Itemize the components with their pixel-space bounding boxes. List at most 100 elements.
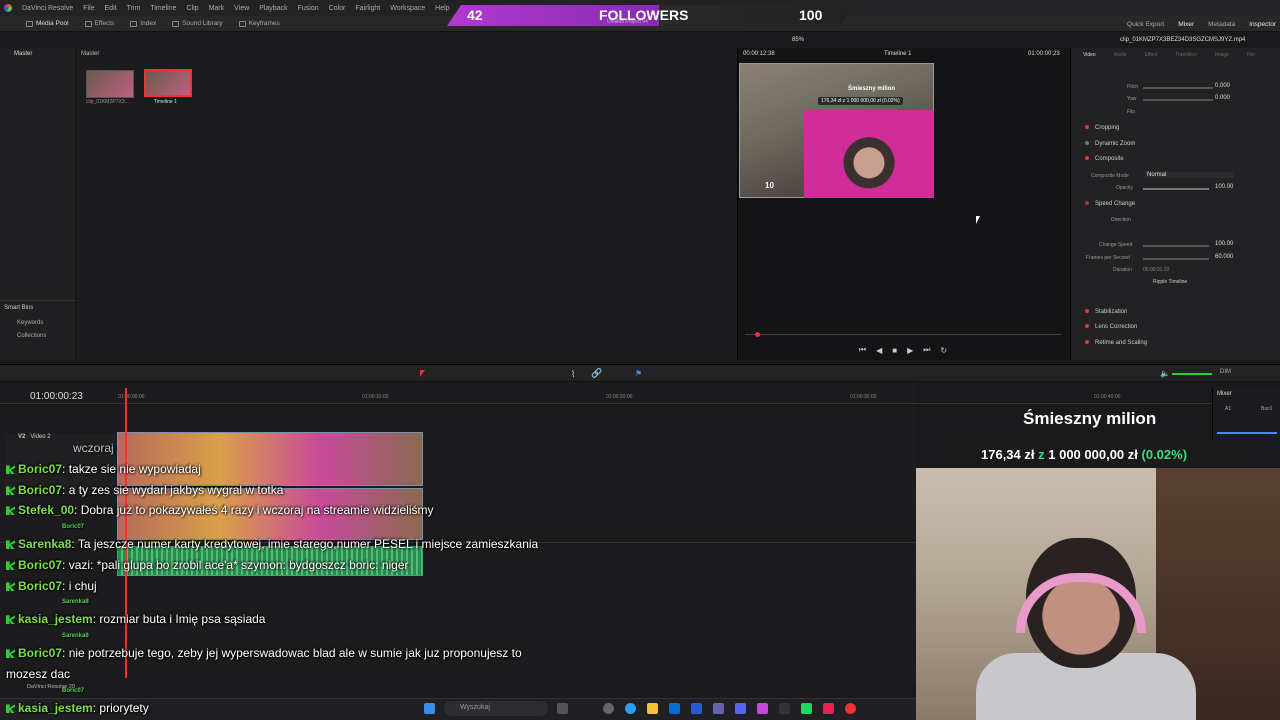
duration-value[interactable]: 00:00:01:22: [1143, 267, 1169, 273]
tab-video[interactable]: Video: [1083, 52, 1096, 58]
enabled-dot-icon[interactable]: [1085, 156, 1089, 161]
menu-fusion[interactable]: Fusion: [298, 5, 319, 12]
cropping-section[interactable]: Cropping: [1085, 125, 1119, 131]
opacity-slider[interactable]: [1143, 188, 1209, 190]
kick-icon[interactable]: [801, 703, 812, 714]
enabled-dot-icon[interactable]: [1085, 125, 1089, 130]
pitch-slider[interactable]: [1143, 87, 1213, 89]
play-icon[interactable]: ▶: [907, 346, 913, 355]
dim-button[interactable]: DIM: [1220, 369, 1231, 375]
effects-button[interactable]: Effects: [77, 20, 123, 27]
chat-message: Boric07: nie potrzebuje tego, zeby jej w…: [6, 646, 522, 660]
sound-library-button[interactable]: Sound Library: [164, 20, 230, 27]
clip-thumbnail[interactable]: [86, 70, 134, 98]
yaw-value[interactable]: 0.000: [1215, 95, 1230, 101]
windows-start-icon[interactable]: [424, 703, 435, 714]
play-reverse-icon[interactable]: ◀: [876, 346, 882, 355]
enabled-dot-icon[interactable]: [1085, 324, 1089, 329]
stabilization-section[interactable]: Stabilization: [1085, 309, 1127, 315]
pitch-value[interactable]: 0.000: [1215, 83, 1230, 89]
composite-mode-select[interactable]: Normal: [1145, 172, 1233, 178]
lens-correction-section[interactable]: Lens Correction: [1085, 324, 1137, 330]
volume-slider[interactable]: [1172, 373, 1212, 375]
menu-trim[interactable]: Trim: [127, 5, 141, 12]
fps-slider[interactable]: [1143, 258, 1209, 260]
tiktok-icon[interactable]: [823, 703, 834, 714]
app-title: DaVinci Resolve: [22, 4, 74, 12]
timeline-thumbnail[interactable]: [144, 69, 192, 97]
menu-playback[interactable]: Playback: [259, 5, 287, 12]
retime-section[interactable]: Retime and Scaling: [1085, 340, 1147, 346]
menu-clip[interactable]: Clip: [187, 5, 199, 12]
opacity-value[interactable]: 100.00: [1215, 184, 1233, 190]
enabled-dot-icon[interactable]: [1085, 340, 1089, 345]
menu-help[interactable]: Help: [435, 5, 449, 12]
timeline-selector[interactable]: Timeline 1: [884, 51, 911, 57]
skip-end-icon[interactable]: ⏭: [923, 345, 930, 355]
loop-icon[interactable]: ↻: [940, 346, 947, 355]
menu-timeline[interactable]: Timeline: [150, 5, 176, 12]
menu-workspace[interactable]: Workspace: [390, 5, 425, 12]
yaw-slider[interactable]: [1143, 99, 1213, 101]
cropping-label: Cropping: [1095, 125, 1120, 131]
file-explorer-icon[interactable]: [647, 703, 658, 714]
menu-fairlight[interactable]: Fairlight: [355, 5, 380, 12]
speed-change-section[interactable]: Speed Change: [1085, 201, 1135, 207]
tab-audio[interactable]: Audio: [1114, 52, 1127, 58]
ruler-tick: 01:00:40:00: [1094, 394, 1121, 400]
github-icon[interactable]: [603, 703, 614, 714]
discord-icon[interactable]: [735, 703, 746, 714]
menu-mark[interactable]: Mark: [209, 5, 225, 12]
tab-effect[interactable]: Effect: [1145, 52, 1158, 58]
media-pool-button[interactable]: Media Pool: [0, 20, 77, 27]
timeline-playhead[interactable]: [125, 388, 127, 678]
teams-icon[interactable]: [713, 703, 724, 714]
scrubber-playhead[interactable]: [755, 332, 760, 337]
zoom-level[interactable]: 85%: [792, 37, 804, 43]
store-icon[interactable]: [691, 703, 702, 714]
enabled-dot-icon[interactable]: [1085, 141, 1089, 146]
obs-icon[interactable]: [779, 703, 790, 714]
menu-view[interactable]: View: [234, 5, 249, 12]
metadata-button[interactable]: Metadata: [1208, 21, 1235, 28]
tab-file[interactable]: File: [1247, 52, 1255, 58]
youtube-icon[interactable]: [845, 703, 856, 714]
speaker-icon[interactable]: 🔈: [1160, 369, 1170, 378]
track-name[interactable]: Video 2: [30, 434, 50, 440]
tab-transition[interactable]: Transition: [1175, 52, 1197, 58]
change-speed-value[interactable]: 100.00: [1215, 241, 1233, 247]
quick-export-button[interactable]: Quick Export: [1127, 21, 1164, 28]
snap-icon[interactable]: ⌇: [571, 369, 575, 380]
video-clip[interactable]: [117, 432, 423, 486]
link-icon[interactable]: 🔗: [591, 368, 602, 379]
composite-section[interactable]: Composite: [1085, 156, 1124, 162]
video-preview[interactable]: Śmieszny milion 176,34 zł z 1 000 000,00…: [739, 63, 934, 198]
mail-icon[interactable]: [669, 703, 680, 714]
taskbar-search[interactable]: Wyszukaj: [444, 701, 548, 716]
mixer-button[interactable]: Mixer: [1178, 21, 1194, 28]
fps-value[interactable]: 60.000: [1215, 254, 1233, 260]
keyframes-button[interactable]: Keyframes: [231, 20, 288, 27]
menu-file[interactable]: File: [83, 5, 94, 12]
flag-icon[interactable]: ⚑: [635, 369, 642, 378]
enabled-dot-icon[interactable]: [1085, 201, 1089, 206]
dynamic-zoom-section[interactable]: Dynamic Zoom: [1085, 141, 1135, 147]
inspector-button[interactable]: Inspector: [1249, 21, 1276, 28]
keywords-bin[interactable]: Keywords: [17, 320, 43, 326]
selection-tool-icon[interactable]: [420, 370, 425, 377]
ripple-timeline-checkbox[interactable]: Ripple Timeline: [1153, 279, 1187, 285]
resolve-app-icon[interactable]: [757, 703, 768, 714]
tab-image[interactable]: Image: [1215, 52, 1229, 58]
scrubber-bar[interactable]: [745, 334, 1061, 335]
task-view-icon[interactable]: [557, 703, 568, 714]
menu-color[interactable]: Color: [329, 5, 346, 12]
enabled-dot-icon[interactable]: [1085, 309, 1089, 314]
collections-bin[interactable]: Collections: [17, 333, 46, 339]
skip-start-icon[interactable]: ⏮: [859, 345, 866, 355]
menu-edit[interactable]: Edit: [105, 5, 117, 12]
stop-icon[interactable]: ■: [892, 346, 897, 355]
index-button[interactable]: Index: [122, 20, 164, 27]
change-speed-slider[interactable]: [1143, 245, 1209, 247]
master-bin[interactable]: Master: [14, 51, 32, 57]
edge-icon[interactable]: [625, 703, 636, 714]
